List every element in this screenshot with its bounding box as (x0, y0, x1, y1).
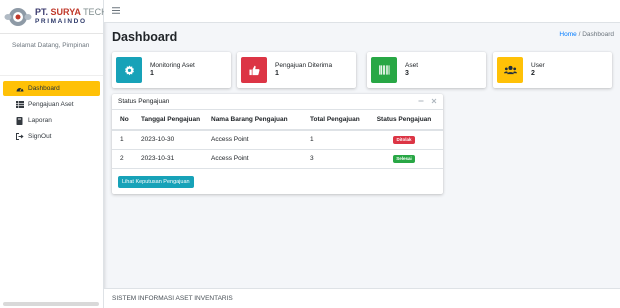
page-title: Dashboard (112, 30, 178, 44)
sidebar-item-label: Dashboard (28, 85, 60, 92)
info-box-label: Aset (405, 61, 419, 69)
info-box-number: 3 (405, 69, 409, 77)
footer-text: SISTEM INFORMASI ASET INVENTARIS (112, 295, 233, 302)
breadcrumb-separator: / (578, 31, 581, 38)
cell-status: Selesai (365, 149, 443, 169)
card-header: Status Pengajuan (112, 94, 443, 110)
cell-total: 1 (302, 130, 365, 150)
footer: SISTEM INFORMASI ASET INVENTARIS (104, 288, 620, 308)
info-box-user[interactable]: User 2 (493, 52, 612, 88)
cell-total: 3 (302, 149, 365, 169)
breadcrumb-current: Dashboard (582, 31, 614, 38)
table-row: 2 2023-10-31 Access Point 3 Selesai (112, 149, 443, 169)
brand-name: PT. SURYA TECH (35, 6, 108, 17)
info-box-monitoring-aset[interactable]: Monitoring Aset 1 (112, 52, 231, 88)
sidebar-item-signout[interactable]: SignOut (3, 129, 100, 144)
sidebar-item-laporan[interactable]: Laporan (3, 113, 100, 128)
info-box-label: Pengajuan Diterima (275, 61, 333, 69)
cell-no: 1 (112, 130, 133, 150)
sign-out-icon (15, 133, 24, 140)
info-box-number: 1 (150, 69, 154, 77)
info-box-label: User (531, 61, 545, 69)
top-navbar (104, 0, 620, 23)
cell-date: 2023-10-31 (133, 149, 203, 169)
welcome-text: Selamat Datang, Pimpinan (0, 34, 103, 76)
cell-status: Ditolak (365, 130, 443, 150)
gear-icon (116, 57, 142, 83)
book-icon (15, 116, 24, 125)
status-table: No Tanggal Pengajuan Nama Barang Pengaju… (112, 110, 443, 169)
cell-date: 2023-10-30 (133, 130, 203, 150)
info-box-aset[interactable]: Aset 3 (367, 52, 486, 88)
status-pengajuan-card: Status Pengajuan No Tanggal Pengajuan Na… (112, 94, 443, 194)
close-icon[interactable] (431, 98, 437, 106)
users-icon (497, 57, 523, 83)
breadcrumb: Home / Dashboard (559, 31, 614, 38)
sidebar-item-label: SignOut (28, 133, 52, 140)
info-box-number: 1 (275, 69, 279, 77)
lihat-keputusan-button[interactable]: Lihat Keputusan Pengajuan (118, 176, 194, 188)
column-header-no: No (112, 110, 133, 131)
thumbs-up-icon (241, 57, 267, 83)
sidebar-item-label: Laporan (28, 117, 52, 124)
breadcrumb-home-link[interactable]: Home (559, 31, 576, 38)
table-row: 1 2023-10-30 Access Point 1 Ditolak (112, 130, 443, 150)
hamburger-icon[interactable] (112, 6, 120, 16)
table-icon (15, 101, 24, 108)
cell-item: Access Point (203, 149, 302, 169)
info-box-number: 2 (531, 69, 535, 77)
status-badge: Ditolak (393, 135, 415, 144)
company-logo (4, 6, 32, 28)
brand-subname: PRIMAINDO (35, 17, 87, 25)
barcode-icon (371, 57, 397, 83)
minus-icon[interactable] (418, 98, 424, 106)
sidebar-item-label: Pengajuan Aset (28, 101, 74, 108)
sidebar-item-pengajuan-aset[interactable]: Pengajuan Aset (3, 97, 100, 112)
status-badge: Selesai (393, 154, 415, 163)
sidebar-nav: Dashboard Pengajuan Aset Laporan SignOut (0, 76, 103, 144)
column-header-total: Total Pengajuan (302, 110, 365, 131)
cell-no: 2 (112, 149, 133, 169)
card-title: Status Pengajuan (118, 98, 170, 105)
info-box-label: Monitoring Aset (150, 61, 195, 69)
column-header-tanggal: Tanggal Pengajuan (133, 110, 203, 131)
info-box-pengajuan-diterima[interactable]: Pengajuan Diterima 1 (237, 52, 356, 88)
dashboard-icon (15, 85, 24, 92)
sidebar-item-dashboard[interactable]: Dashboard (3, 81, 100, 96)
column-header-nama-barang: Nama Barang Pengajuan (203, 110, 302, 131)
sidebar: PT. SURYA TECH PRIMAINDO Selamat Datang,… (0, 0, 108, 308)
brand[interactable]: PT. SURYA TECH PRIMAINDO (0, 0, 108, 34)
cell-item: Access Point (203, 130, 302, 150)
sidebar-scrollbar[interactable] (3, 302, 99, 306)
column-header-status: Status Pengajuan (365, 110, 443, 131)
table-header-row: No Tanggal Pengajuan Nama Barang Pengaju… (112, 110, 443, 131)
